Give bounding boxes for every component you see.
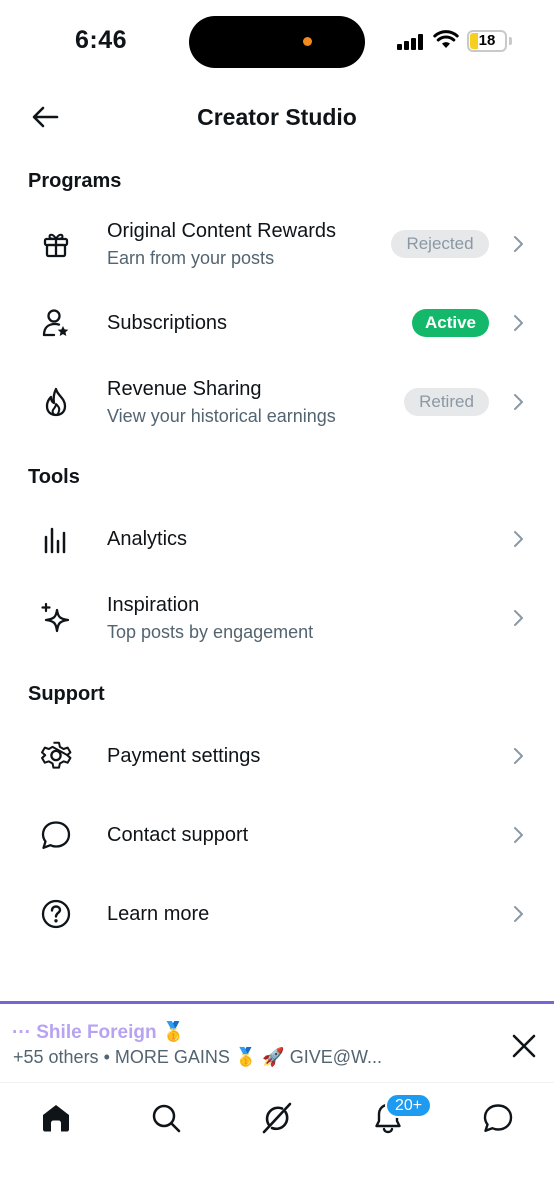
status-badge-retired: Retired — [404, 388, 489, 416]
chevron-right-icon — [514, 315, 523, 331]
row-title: Analytics — [107, 528, 188, 550]
battery-level: 18 — [478, 32, 496, 49]
search-icon — [152, 1104, 181, 1133]
wifi-icon — [433, 30, 459, 48]
status-time: 6:46 — [75, 26, 128, 54]
recording-dot-icon — [303, 37, 312, 46]
notification-count-badge: 20+ — [385, 1093, 433, 1118]
row-title: Learn more — [107, 903, 210, 925]
cellular-signal-icon — [397, 34, 423, 50]
chevron-right-icon — [514, 394, 523, 410]
bottom-tab-bar — [0, 1084, 554, 1154]
row-title: Payment settings — [107, 745, 261, 767]
tab-grok[interactable] — [257, 1098, 297, 1138]
row-payment-settings[interactable]: Payment settings — [0, 720, 554, 792]
section-title-programs: Programs — [28, 170, 122, 192]
row-title: Subscriptions — [107, 312, 228, 334]
bar-chart-icon — [38, 521, 74, 557]
chevron-right-icon — [514, 531, 523, 547]
row-subtitle: Top posts by engagement — [107, 622, 314, 642]
row-contact-support[interactable]: Contact support — [0, 799, 554, 871]
status-badge-rejected: Rejected — [391, 230, 489, 258]
grok-icon — [262, 1102, 292, 1134]
row-original-content-rewards[interactable]: Original Content Rewards Earn from your … — [0, 208, 554, 280]
tab-home[interactable] — [36, 1098, 76, 1138]
dynamic-island — [189, 16, 365, 68]
page-title: Creator Studio — [197, 104, 357, 130]
row-title: Revenue Sharing — [107, 378, 262, 400]
space-banner[interactable]: ··· Shile Foreign 🥇 +55 others • MORE GA… — [0, 1001, 554, 1083]
chevron-right-icon — [514, 827, 523, 843]
tab-search[interactable] — [146, 1098, 186, 1138]
sparkle-icon — [38, 600, 74, 636]
section-title-tools: Tools — [28, 466, 80, 488]
gear-icon — [38, 738, 74, 774]
row-inspiration[interactable]: Inspiration Top posts by engagement — [0, 582, 554, 654]
messages-icon — [483, 1104, 513, 1132]
row-title: Inspiration — [107, 594, 200, 616]
banner-host: ··· Shile Foreign 🥇 — [12, 1022, 186, 1043]
chat-bubble-icon — [38, 817, 74, 853]
row-subscriptions[interactable]: Subscriptions Active — [0, 287, 554, 359]
question-circle-icon — [38, 896, 74, 932]
chevron-right-icon — [514, 610, 523, 626]
close-icon[interactable] — [510, 1032, 538, 1060]
row-analytics[interactable]: Analytics — [0, 503, 554, 575]
row-subtitle: Earn from your posts — [107, 248, 275, 268]
chevron-right-icon — [514, 906, 523, 922]
home-icon — [43, 1105, 69, 1132]
gift-icon — [38, 226, 74, 262]
chevron-right-icon — [514, 236, 523, 252]
chevron-right-icon — [514, 748, 523, 764]
flame-icon — [38, 384, 74, 420]
row-subtitle: View your historical earnings — [107, 406, 336, 426]
row-title: Contact support — [107, 824, 249, 846]
status-badge-active: Active — [412, 309, 489, 337]
person-star-icon — [38, 305, 74, 341]
header: Creator Studio — [0, 92, 554, 142]
row-learn-more[interactable]: Learn more — [0, 878, 554, 950]
row-revenue-sharing[interactable]: Revenue Sharing View your historical ear… — [0, 366, 554, 438]
banner-description: +55 others • MORE GAINS 🥇 🚀 GIVE@W... — [13, 1047, 382, 1067]
status-bar: 6:46 18 — [0, 0, 554, 84]
battery-icon: 18 — [467, 30, 507, 52]
tab-messages[interactable] — [478, 1098, 518, 1138]
section-title-support: Support — [28, 683, 105, 705]
row-title: Original Content Rewards — [107, 220, 336, 242]
